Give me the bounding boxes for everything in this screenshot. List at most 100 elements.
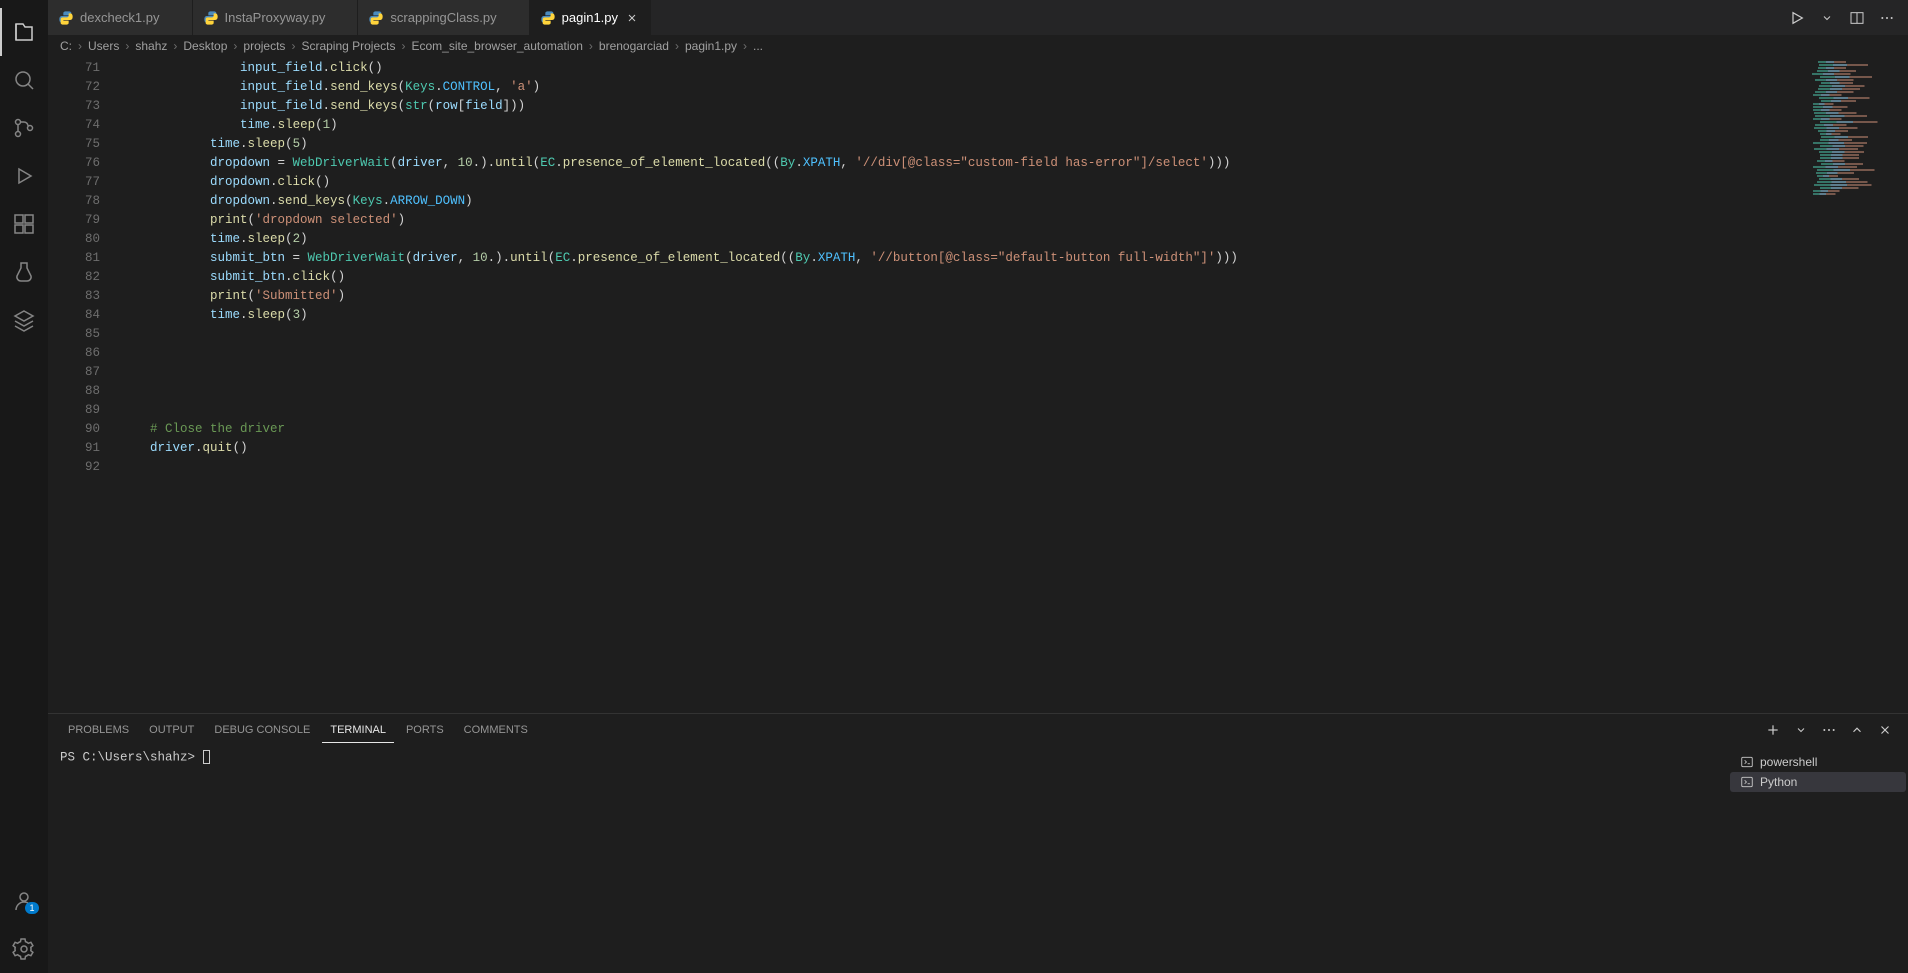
- source-control-icon[interactable]: [0, 104, 48, 152]
- code-line[interactable]: [120, 401, 1808, 420]
- close-icon[interactable]: [624, 10, 640, 26]
- panel-tab[interactable]: PORTS: [398, 718, 452, 742]
- editor-tab[interactable]: InstaProxyway.py: [193, 0, 359, 35]
- testing-icon[interactable]: [0, 248, 48, 296]
- editor-tab[interactable]: pagin1.py: [530, 0, 651, 35]
- accounts-badge: 1: [25, 902, 38, 914]
- python-file-icon: [58, 10, 74, 26]
- editor-tabs: dexcheck1.py InstaProxyway.py scrappingC…: [48, 0, 1908, 35]
- editor-tab[interactable]: dexcheck1.py: [48, 0, 193, 35]
- chevron-right-icon: ›: [401, 39, 405, 53]
- run-debug-icon[interactable]: [0, 152, 48, 200]
- chevron-right-icon: ›: [291, 39, 295, 53]
- line-number: 73: [48, 97, 100, 116]
- code-editor[interactable]: input_field.click() input_field.send_key…: [120, 57, 1808, 713]
- code-line[interactable]: time.sleep(3): [120, 306, 1808, 325]
- code-line[interactable]: submit_btn = WebDriverWait(driver, 10.).…: [120, 249, 1808, 268]
- more-actions-icon[interactable]: [1874, 5, 1900, 31]
- breadcrumb-item[interactable]: shahz: [135, 39, 167, 53]
- code-line[interactable]: [120, 325, 1808, 344]
- settings-gear-icon[interactable]: [0, 925, 48, 973]
- run-file-icon[interactable]: [1784, 5, 1810, 31]
- code-line[interactable]: dropdown.click(): [120, 173, 1808, 192]
- line-number: 78: [48, 192, 100, 211]
- terminal[interactable]: PS C:\Users\shahz>: [48, 746, 1728, 973]
- terminal-session-name: powershell: [1760, 755, 1817, 769]
- code-line[interactable]: input_field.click(): [120, 59, 1808, 78]
- terminal-session-name: Python: [1760, 775, 1797, 789]
- line-number: 72: [48, 78, 100, 97]
- tab-label: pagin1.py: [562, 10, 618, 25]
- line-number: 88: [48, 382, 100, 401]
- accounts-icon[interactable]: 1: [0, 877, 48, 925]
- code-line[interactable]: [120, 382, 1808, 401]
- line-number: 84: [48, 306, 100, 325]
- minimap[interactable]: [1808, 57, 1908, 713]
- code-line[interactable]: time.sleep(1): [120, 116, 1808, 135]
- code-line[interactable]: input_field.send_keys(str(row[field])): [120, 97, 1808, 116]
- chevron-right-icon: ›: [173, 39, 177, 53]
- code-line[interactable]: # Close the driver: [120, 420, 1808, 439]
- code-line[interactable]: time.sleep(2): [120, 230, 1808, 249]
- line-number: 74: [48, 116, 100, 135]
- close-panel-icon[interactable]: [1874, 719, 1896, 741]
- code-line[interactable]: print('dropdown selected'): [120, 211, 1808, 230]
- editor-region: 7172737475767778798081828384858687888990…: [48, 57, 1908, 713]
- breadcrumb-item[interactable]: pagin1.py: [685, 39, 737, 53]
- code-line[interactable]: dropdown = WebDriverWait(driver, 10.).un…: [120, 154, 1808, 173]
- breadcrumb-item[interactable]: Desktop: [183, 39, 227, 53]
- code-line[interactable]: [120, 458, 1808, 477]
- explorer-icon[interactable]: [0, 8, 48, 56]
- code-line[interactable]: [120, 363, 1808, 382]
- terminal-session[interactable]: Python: [1730, 772, 1906, 792]
- tab-label: scrappingClass.py: [390, 10, 496, 25]
- tab-label: dexcheck1.py: [80, 10, 160, 25]
- code-line[interactable]: time.sleep(5): [120, 135, 1808, 154]
- breadcrumb-item[interactable]: projects: [243, 39, 285, 53]
- panel-tab[interactable]: TERMINAL: [322, 718, 394, 743]
- line-number: 87: [48, 363, 100, 382]
- terminal-icon: [1740, 755, 1754, 769]
- breadcrumb-item[interactable]: C:: [60, 39, 72, 53]
- search-icon[interactable]: [0, 56, 48, 104]
- python-file-icon: [368, 10, 384, 26]
- panel-tab[interactable]: OUTPUT: [141, 718, 202, 742]
- code-line[interactable]: [120, 344, 1808, 363]
- main-area: dexcheck1.py InstaProxyway.py scrappingC…: [48, 0, 1908, 973]
- extensions-icon[interactable]: [0, 200, 48, 248]
- terminal-prompt: PS C:\Users\shahz>: [60, 750, 203, 764]
- breadcrumb-item[interactable]: brenogarciad: [599, 39, 669, 53]
- split-editor-icon[interactable]: [1844, 5, 1870, 31]
- panel-actions: [1762, 719, 1896, 741]
- code-line[interactable]: input_field.send_keys(Keys.CONTROL, 'a'): [120, 78, 1808, 97]
- maximize-panel-icon[interactable]: [1846, 719, 1868, 741]
- bottom-panel: PROBLEMSOUTPUTDEBUG CONSOLETERMINALPORTS…: [48, 713, 1908, 973]
- panel-tab[interactable]: DEBUG CONSOLE: [206, 718, 318, 742]
- line-number: 75: [48, 135, 100, 154]
- breadcrumb-item[interactable]: Ecom_site_browser_automation: [411, 39, 582, 53]
- code-line[interactable]: driver.quit(): [120, 439, 1808, 458]
- code-line[interactable]: dropdown.send_keys(Keys.ARROW_DOWN): [120, 192, 1808, 211]
- panel-tab[interactable]: COMMENTS: [456, 718, 536, 742]
- line-number: 71: [48, 59, 100, 78]
- line-gutter: 7172737475767778798081828384858687888990…: [48, 57, 120, 713]
- terminal-cursor: [203, 750, 210, 764]
- terminal-session[interactable]: powershell: [1730, 752, 1906, 772]
- breadcrumb-item[interactable]: ...: [753, 39, 763, 53]
- terminal-dropdown-icon[interactable]: [1790, 719, 1812, 741]
- breadcrumb-item[interactable]: Users: [88, 39, 119, 53]
- panel-body: PS C:\Users\shahz> powershell Python: [48, 746, 1908, 973]
- new-terminal-icon[interactable]: [1762, 719, 1784, 741]
- line-number: 83: [48, 287, 100, 306]
- remote-icon[interactable]: [0, 296, 48, 344]
- panel-tab[interactable]: PROBLEMS: [60, 718, 137, 742]
- code-line[interactable]: submit_btn.click(): [120, 268, 1808, 287]
- line-number: 86: [48, 344, 100, 363]
- breadcrumb[interactable]: C:›Users›shahz›Desktop›projects›Scraping…: [48, 35, 1908, 57]
- chevron-right-icon: ›: [78, 39, 82, 53]
- breadcrumb-item[interactable]: Scraping Projects: [301, 39, 395, 53]
- editor-tab[interactable]: scrappingClass.py: [358, 0, 529, 35]
- panel-more-icon[interactable]: [1818, 719, 1840, 741]
- run-dropdown-icon[interactable]: [1814, 5, 1840, 31]
- code-line[interactable]: print('Submitted'): [120, 287, 1808, 306]
